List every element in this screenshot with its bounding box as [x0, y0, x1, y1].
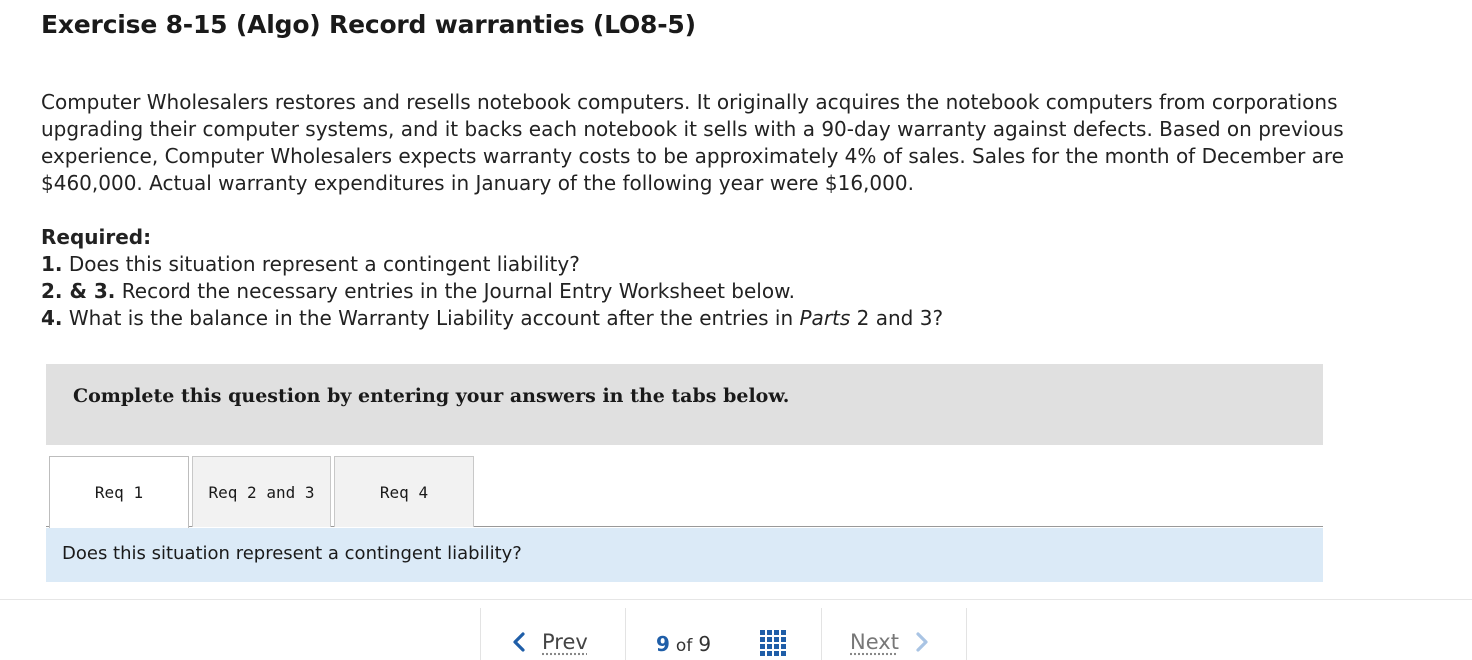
- instructions-banner: Complete this question by entering your …: [46, 364, 1323, 445]
- footer-divider: [625, 608, 626, 660]
- of-label: of: [675, 636, 693, 656]
- chevron-left-icon: [513, 632, 525, 652]
- next-label: Next: [850, 630, 899, 654]
- grid-icon[interactable]: [760, 630, 787, 657]
- footer-divider: [966, 608, 967, 660]
- required-section: Required: 1. Does this situation represe…: [41, 224, 1421, 332]
- required-heading: Required:: [41, 225, 152, 249]
- instructions-text: Complete this question by entering your …: [73, 385, 790, 407]
- required-item-2-3: 2. & 3. Record the necessary entries in …: [41, 279, 795, 303]
- tab-req-1[interactable]: Req 1: [49, 456, 189, 528]
- footer-nav: Prev 9 of 9 Next: [0, 599, 1472, 660]
- page: Exercise 8-15 (Algo) Record warranties (…: [0, 0, 1472, 660]
- tab-req-2-and-3[interactable]: Req 2 and 3: [192, 456, 331, 527]
- question-text: Does this situation represent a continge…: [62, 543, 522, 564]
- prev-button[interactable]: Prev: [508, 630, 588, 654]
- footer-divider: [480, 608, 481, 660]
- question-panel: Does this situation represent a continge…: [46, 528, 1323, 582]
- footer-divider: [821, 608, 822, 660]
- prev-label: Prev: [542, 630, 588, 654]
- total-pages: 9: [698, 632, 712, 656]
- page-indicator: 9 of 9: [656, 632, 711, 656]
- next-button[interactable]: Next: [850, 630, 933, 654]
- chevron-right-icon: [916, 632, 928, 652]
- exercise-title: Exercise 8-15 (Algo) Record warranties (…: [41, 10, 696, 39]
- current-page: 9: [656, 632, 670, 656]
- required-item-1: 1. Does this situation represent a conti…: [41, 252, 580, 276]
- problem-text: Computer Wholesalers restores and resell…: [41, 90, 1344, 195]
- tab-req-4[interactable]: Req 4: [334, 456, 474, 527]
- required-item-4: 4. What is the balance in the Warranty L…: [41, 306, 944, 330]
- tab-bar: Req 1 Req 2 and 3 Req 4: [46, 456, 1323, 528]
